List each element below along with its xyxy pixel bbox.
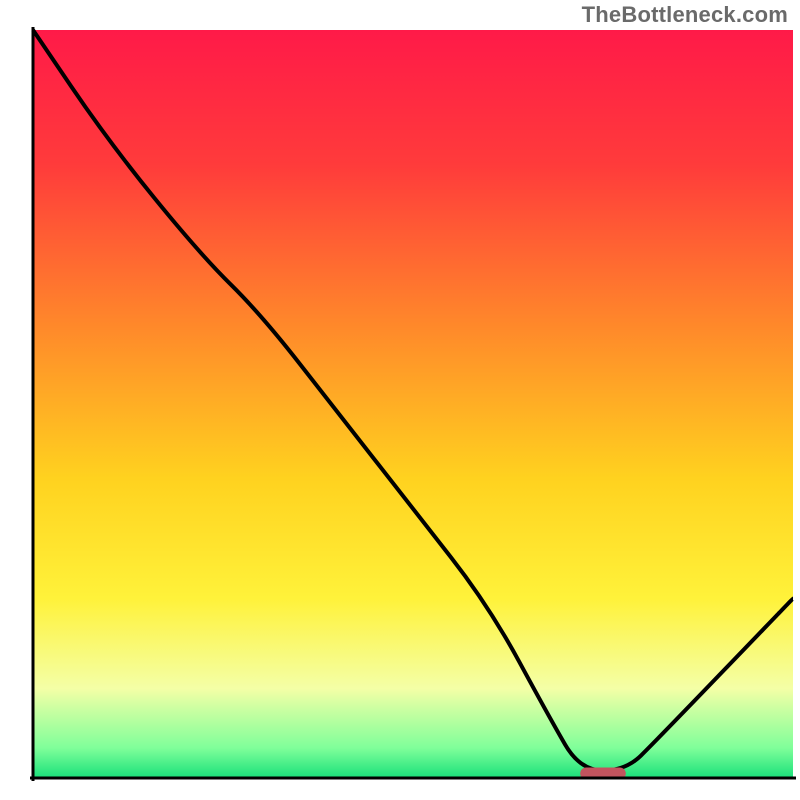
plot-gradient-background bbox=[33, 30, 793, 778]
watermark-text: TheBottleneck.com bbox=[582, 2, 788, 28]
chart-stage: TheBottleneck.com bbox=[0, 0, 800, 800]
bottleneck-chart bbox=[0, 0, 800, 800]
